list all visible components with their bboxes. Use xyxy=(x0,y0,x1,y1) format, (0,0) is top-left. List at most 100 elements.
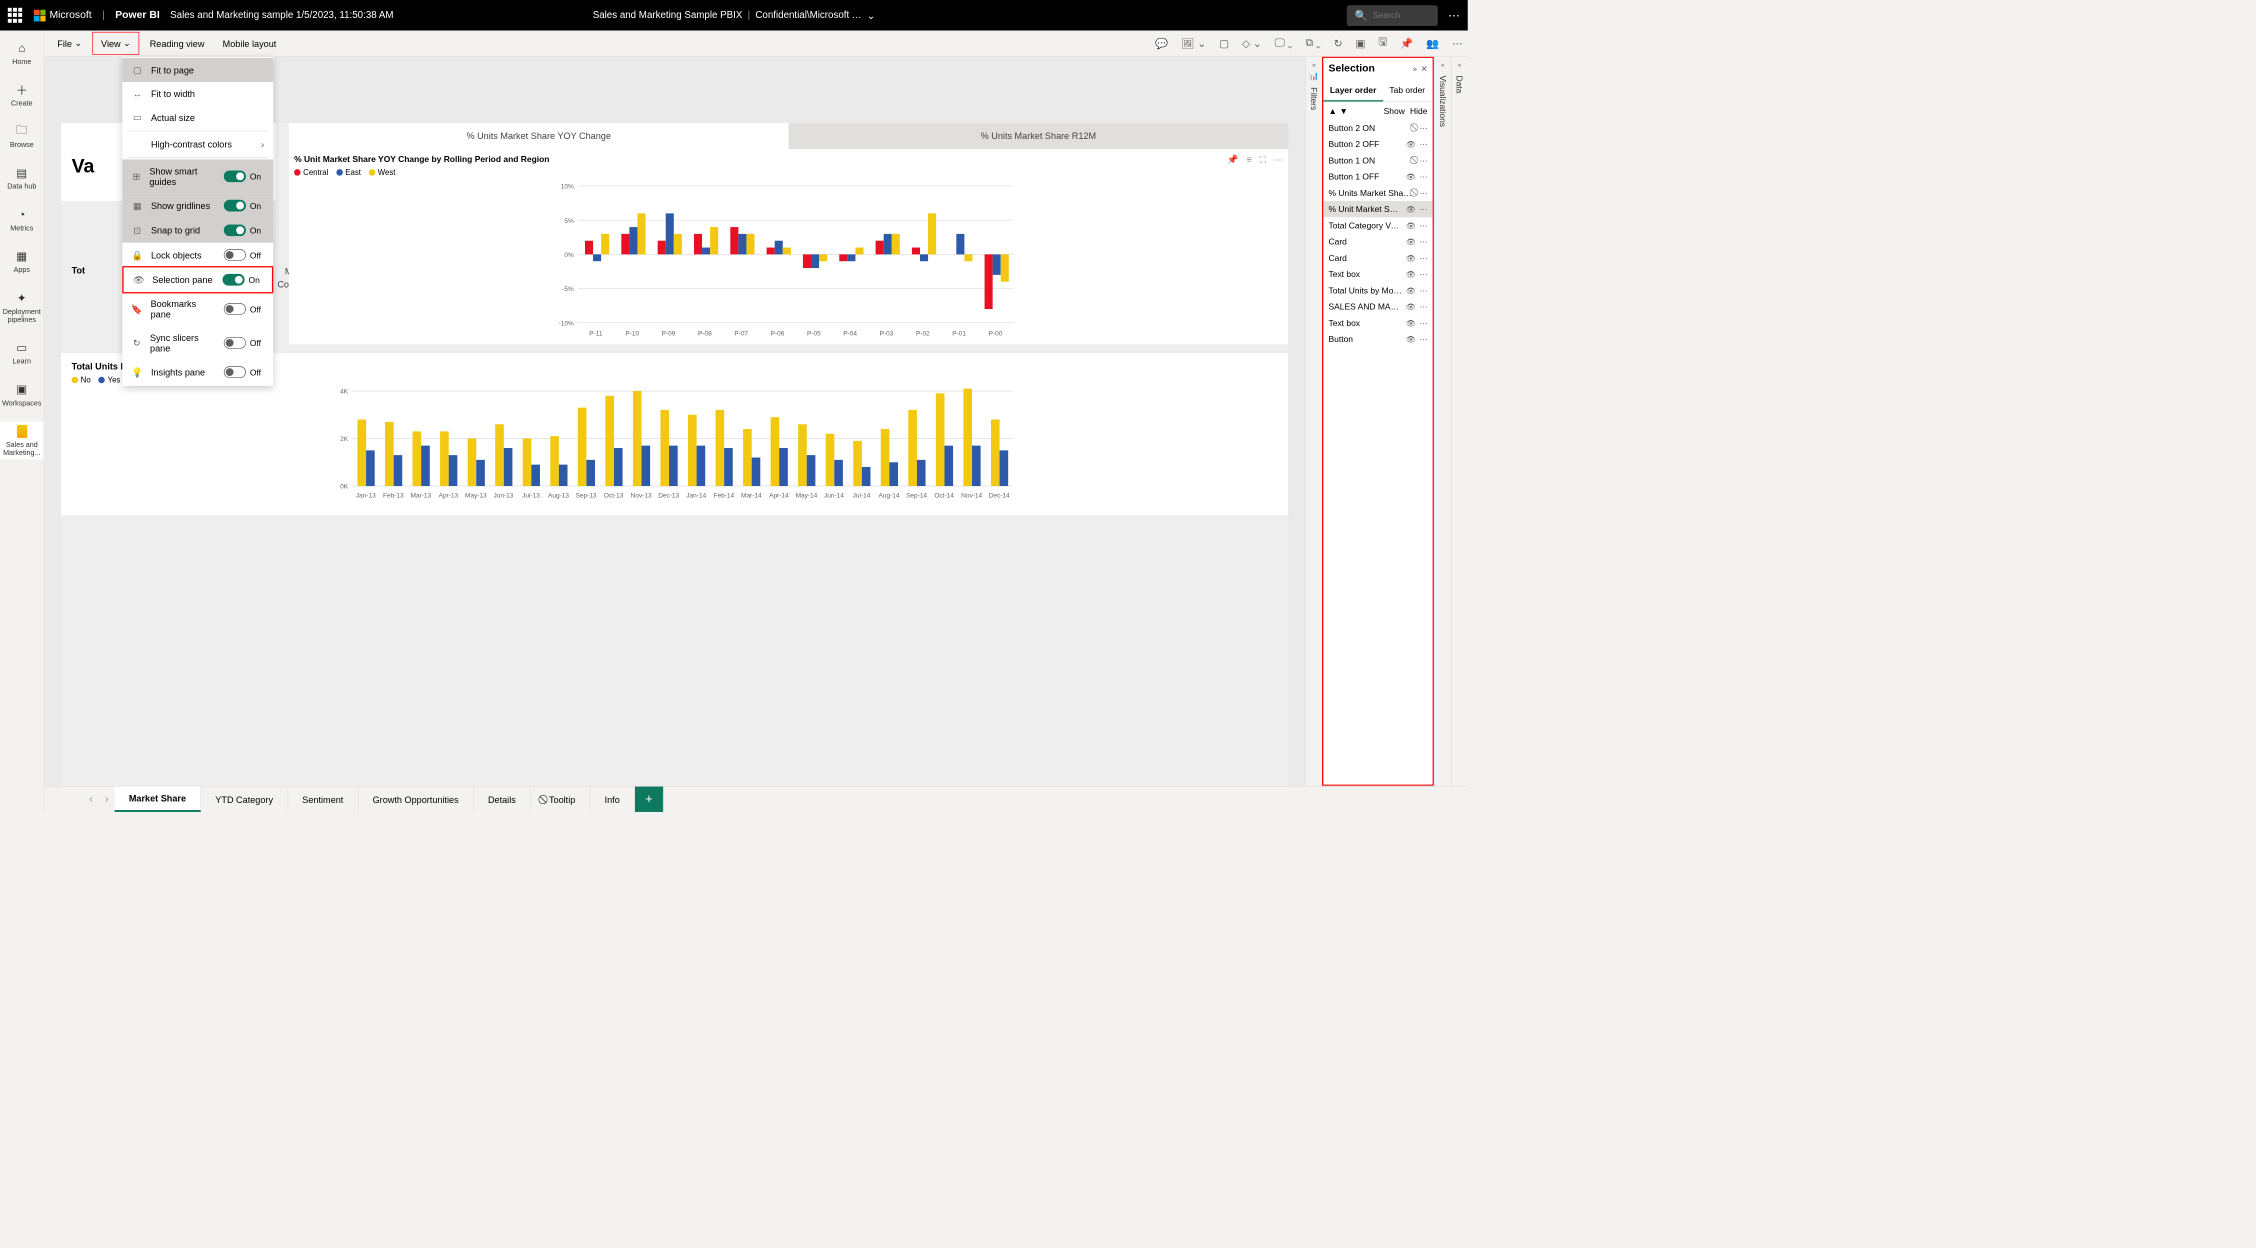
dd-insights[interactable]: 💡Insights paneOff xyxy=(122,360,273,385)
toggle[interactable] xyxy=(223,274,245,286)
more-icon[interactable]: ⋯ xyxy=(1420,156,1428,165)
add-page-button[interactable]: + xyxy=(635,787,664,812)
visible-icon[interactable]: 👁 xyxy=(1406,253,1416,262)
more-icon[interactable]: ⋯ xyxy=(1420,286,1428,295)
page-tab-market-share[interactable]: Market Share xyxy=(115,787,201,812)
dd-lock[interactable]: 🔒Lock objectsOff xyxy=(122,243,273,268)
selection-item[interactable]: Card👁⋯ xyxy=(1323,250,1432,266)
visualizations-pane-collapsed[interactable]: « Visualizations xyxy=(1434,57,1451,786)
rail-item-browse[interactable]: 🗀Browse xyxy=(0,122,44,152)
visible-icon[interactable]: 👁 xyxy=(1406,286,1416,295)
toggle[interactable] xyxy=(224,366,246,378)
sort-down-icon[interactable]: ▼ xyxy=(1340,106,1348,116)
save-icon[interactable]: 🖫 xyxy=(1378,34,1387,52)
toggle[interactable] xyxy=(224,170,246,182)
filter-icon[interactable]: ≡ xyxy=(1247,154,1252,165)
rail-item-data-hub[interactable]: ▤Data hub xyxy=(0,163,44,193)
page-tab-ytd-category[interactable]: YTD Category xyxy=(201,787,288,812)
visible-icon[interactable]: 👁 xyxy=(1406,172,1416,181)
selection-item[interactable]: Card👁⋯ xyxy=(1323,234,1432,250)
page-icon[interactable]: ▢ xyxy=(1219,37,1229,50)
rail-item-apps[interactable]: ▦Apps xyxy=(0,247,44,277)
chevron-left-icon[interactable]: « xyxy=(1441,62,1445,69)
more-icon[interactable]: ⋯ xyxy=(1420,318,1428,327)
page-tab-info[interactable]: Info xyxy=(590,787,634,812)
rail-item-workspaces[interactable]: ▣Workspaces xyxy=(0,380,44,410)
selection-item[interactable]: SALES AND MARKETI…👁⋯ xyxy=(1323,299,1432,315)
visible-icon[interactable]: 👁 xyxy=(1406,302,1416,311)
rail-item-deployment-pipelines[interactable]: ✦Deployment pipelines xyxy=(0,289,44,327)
more-icon[interactable]: ⋯ xyxy=(1420,140,1428,149)
selection-item[interactable]: Button 2 ON⃠⋯ xyxy=(1323,120,1432,136)
page-tab-tooltip[interactable]: ⃠Tooltip xyxy=(531,787,591,812)
search-input[interactable]: 🔍 xyxy=(1347,5,1438,26)
selection-item[interactable]: Text box👁⋯ xyxy=(1323,266,1432,282)
visible-icon[interactable]: 👁 xyxy=(1406,270,1416,279)
selection-item[interactable]: Text box👁⋯ xyxy=(1323,315,1432,331)
rail-item-create[interactable]: ＋Create xyxy=(0,80,44,110)
page-tab-sentiment[interactable]: Sentiment xyxy=(288,787,358,812)
more-icon[interactable]: ⋯ xyxy=(1420,335,1428,344)
teams-icon[interactable]: 👥 xyxy=(1426,37,1439,50)
selection-item[interactable]: Button 1 ON⃠⋯ xyxy=(1323,152,1432,168)
dd-fit-to-width[interactable]: ↔Fit to width xyxy=(122,82,273,105)
chevron-left-icon[interactable]: « xyxy=(1312,62,1316,69)
chart-tab-r12m[interactable]: % Units Market Share R12M xyxy=(789,123,1289,149)
dd-fit-to-page[interactable]: ▢Fit to page xyxy=(122,58,273,82)
rail-item-home[interactable]: ⌂Home xyxy=(0,38,44,68)
ellipsis-icon[interactable]: ⋯ xyxy=(1452,37,1462,50)
visible-icon[interactable]: 👁 xyxy=(1406,221,1416,230)
dd-high-contrast[interactable]: High-contrast colors› xyxy=(122,133,273,156)
dd-selection-pane[interactable]: 👁Selection paneOn xyxy=(122,266,273,293)
copy-icon[interactable]: ⧉ ⌄ xyxy=(1305,37,1320,49)
tab-tab-order[interactable]: Tab order xyxy=(1383,80,1432,101)
tab-prev-icon[interactable]: ‹ xyxy=(83,787,99,812)
image-icon[interactable]: 🖼 ⌄ xyxy=(1181,37,1206,50)
more-icon[interactable]: ⋯ xyxy=(1420,253,1428,262)
more-icon[interactable]: ⋯ xyxy=(1420,221,1428,230)
selection-item[interactable]: Button 2 OFF👁⋯ xyxy=(1323,136,1432,152)
more-icon[interactable]: ⋯ xyxy=(1420,302,1428,311)
tab-layer-order[interactable]: Layer order xyxy=(1323,80,1383,101)
show-button[interactable]: Show xyxy=(1384,106,1405,116)
more-icon[interactable]: ⋯ xyxy=(1420,237,1428,246)
visible-icon[interactable]: 👁 xyxy=(1406,318,1416,327)
filters-pane-collapsed[interactable]: « 📊 Filters xyxy=(1305,57,1322,786)
chevron-down-icon[interactable]: ⌄ xyxy=(867,9,875,21)
page-tab-growth-opportunities[interactable]: Growth Opportunities xyxy=(358,787,473,812)
tab-next-icon[interactable]: › xyxy=(99,787,115,812)
dd-bookmarks[interactable]: 🔖Bookmarks paneOff xyxy=(122,292,273,326)
selection-item[interactable]: Total Category Volum…👁⋯ xyxy=(1323,217,1432,233)
toggle[interactable] xyxy=(224,200,246,212)
window-icon[interactable]: ▣ xyxy=(1355,37,1365,50)
dd-snap[interactable]: ⊡Snap to gridOn xyxy=(122,218,273,243)
refresh-icon[interactable]: ↻ xyxy=(1334,37,1343,50)
more-icon[interactable]: ⋯ xyxy=(1448,8,1460,22)
data-pane-collapsed[interactable]: « Data xyxy=(1451,57,1468,786)
menu-file[interactable]: File ⌄ xyxy=(49,33,90,54)
chart-yoy[interactable]: 📌 ≡ ⛶ ⋯ % Unit Market Share YOY Change b… xyxy=(289,149,1288,344)
more-icon[interactable]: ⋯ xyxy=(1420,270,1428,279)
page-tab-details[interactable]: Details xyxy=(474,787,531,812)
toggle[interactable] xyxy=(224,337,246,349)
more-icon[interactable]: ⋯ xyxy=(1420,205,1428,214)
visible-icon[interactable]: 👁 xyxy=(1406,335,1416,344)
pin-visual-icon[interactable]: 📌 xyxy=(1227,154,1238,165)
menu-view[interactable]: View ⌄ xyxy=(93,32,140,55)
pin-icon[interactable]: 📌 xyxy=(1400,37,1413,50)
toggle[interactable] xyxy=(224,303,246,315)
visible-icon[interactable]: 👁 xyxy=(1406,205,1416,214)
rail-item-sales-and-marketing-[interactable]: Sales and Marketing... xyxy=(0,422,44,460)
menu-reading-view[interactable]: Reading view xyxy=(142,33,212,54)
visible-icon[interactable]: 👁 xyxy=(1406,237,1416,246)
chart-tab-yoy[interactable]: % Units Market Share YOY Change xyxy=(289,123,789,149)
toggle[interactable] xyxy=(224,224,246,236)
dd-gridlines[interactable]: ▦Show gridlinesOn xyxy=(122,193,273,218)
focus-icon[interactable]: ⛶ xyxy=(1260,154,1266,165)
rail-item-learn[interactable]: ▭Learn xyxy=(0,338,44,368)
dd-actual-size[interactable]: ▭Actual size xyxy=(122,105,273,129)
rail-item-metrics[interactable]: ◔Metrics xyxy=(0,205,44,235)
sort-up-icon[interactable]: ▲ xyxy=(1329,106,1337,116)
selection-item[interactable]: Button 1 OFF👁⋯ xyxy=(1323,169,1432,185)
shapes-icon[interactable]: ◇ ⌄ xyxy=(1242,37,1262,50)
